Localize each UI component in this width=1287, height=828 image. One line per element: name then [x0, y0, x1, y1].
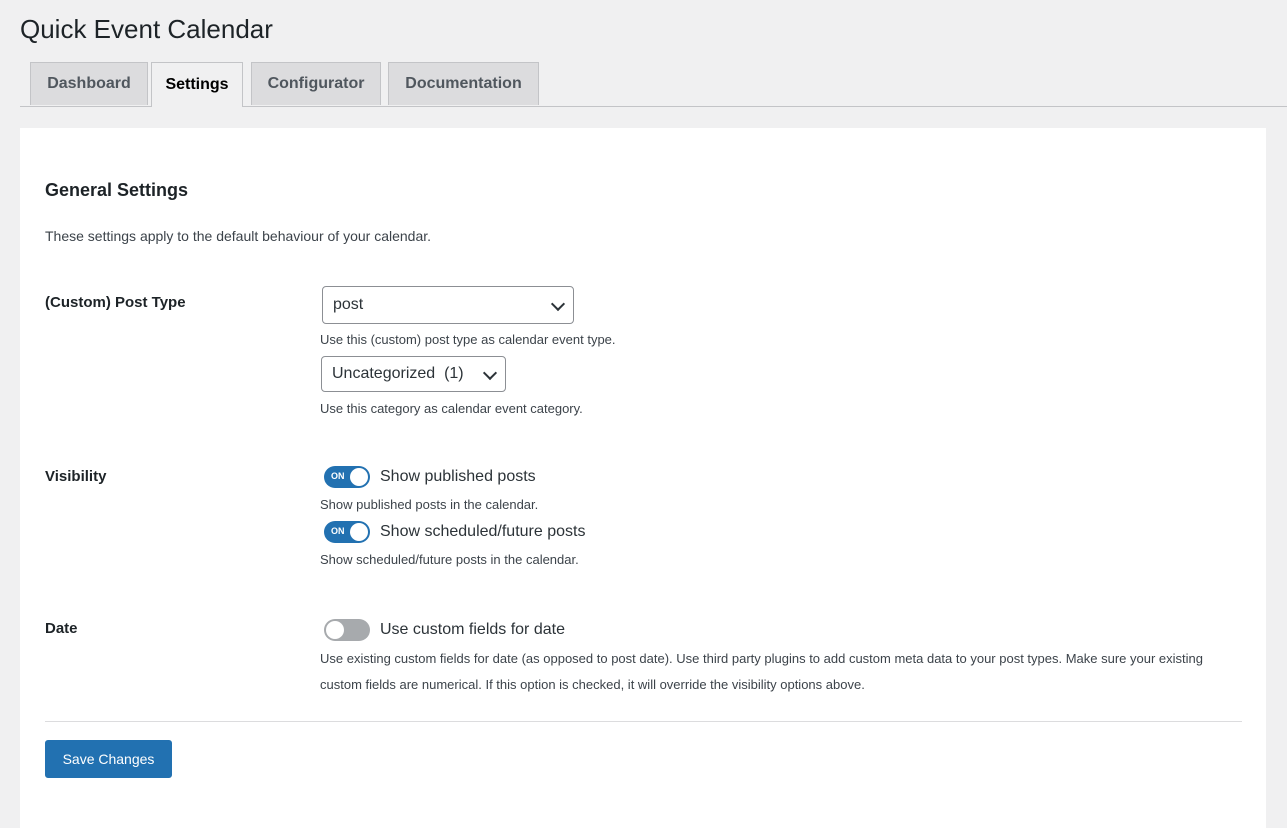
- tab-dashboard[interactable]: Dashboard: [30, 62, 148, 105]
- scheduled-posts-label: Show scheduled/future posts: [380, 523, 586, 540]
- section-title: General Settings: [45, 180, 189, 200]
- toggle-knob: [350, 523, 368, 541]
- toggle-on-text: ON: [331, 471, 345, 481]
- post-type-label: (Custom) Post Type: [45, 294, 186, 311]
- toggle-knob: [326, 621, 344, 639]
- post-type-help: Use this (custom) post type as calendar …: [320, 332, 616, 347]
- scheduled-posts-help: Show scheduled/future posts in the calen…: [320, 552, 579, 567]
- custom-date-help: Use existing custom fields for date (as …: [320, 651, 1204, 692]
- post-type-select-value: post: [333, 296, 364, 313]
- published-posts-label: Show published posts: [380, 468, 536, 485]
- published-posts-help: Show published posts in the calendar.: [320, 497, 539, 512]
- chevron-down-icon: [550, 296, 566, 312]
- custom-date-label: Use custom fields for date: [380, 621, 565, 638]
- custom-date-toggle[interactable]: [324, 619, 370, 641]
- category-select-value: Uncategorized (1): [332, 365, 464, 382]
- section-intro: These settings apply to the default beha…: [45, 228, 432, 244]
- save-changes-button[interactable]: Save Changes: [45, 740, 172, 778]
- scheduled-posts-toggle[interactable]: ON: [324, 521, 370, 543]
- tab-bar: Dashboard Settings Configurator Document…: [20, 62, 1287, 107]
- category-help: Use this category as calendar event cate…: [320, 401, 583, 416]
- settings-panel: General Settings These settings apply to…: [20, 128, 1266, 828]
- page-title: Quick Event Calendar: [20, 14, 273, 44]
- tab-settings[interactable]: Settings: [151, 62, 243, 107]
- tab-documentation[interactable]: Documentation: [388, 62, 539, 105]
- date-label: Date: [45, 620, 78, 637]
- post-type-select[interactable]: post: [322, 286, 574, 324]
- divider: [45, 721, 1242, 722]
- toggle-on-text: ON: [331, 526, 345, 536]
- chevron-down-icon: [482, 365, 498, 381]
- toggle-knob: [350, 468, 368, 486]
- tab-configurator[interactable]: Configurator: [251, 62, 381, 105]
- category-select[interactable]: Uncategorized (1): [321, 356, 506, 392]
- published-posts-toggle[interactable]: ON: [324, 466, 370, 488]
- visibility-label: Visibility: [45, 468, 107, 485]
